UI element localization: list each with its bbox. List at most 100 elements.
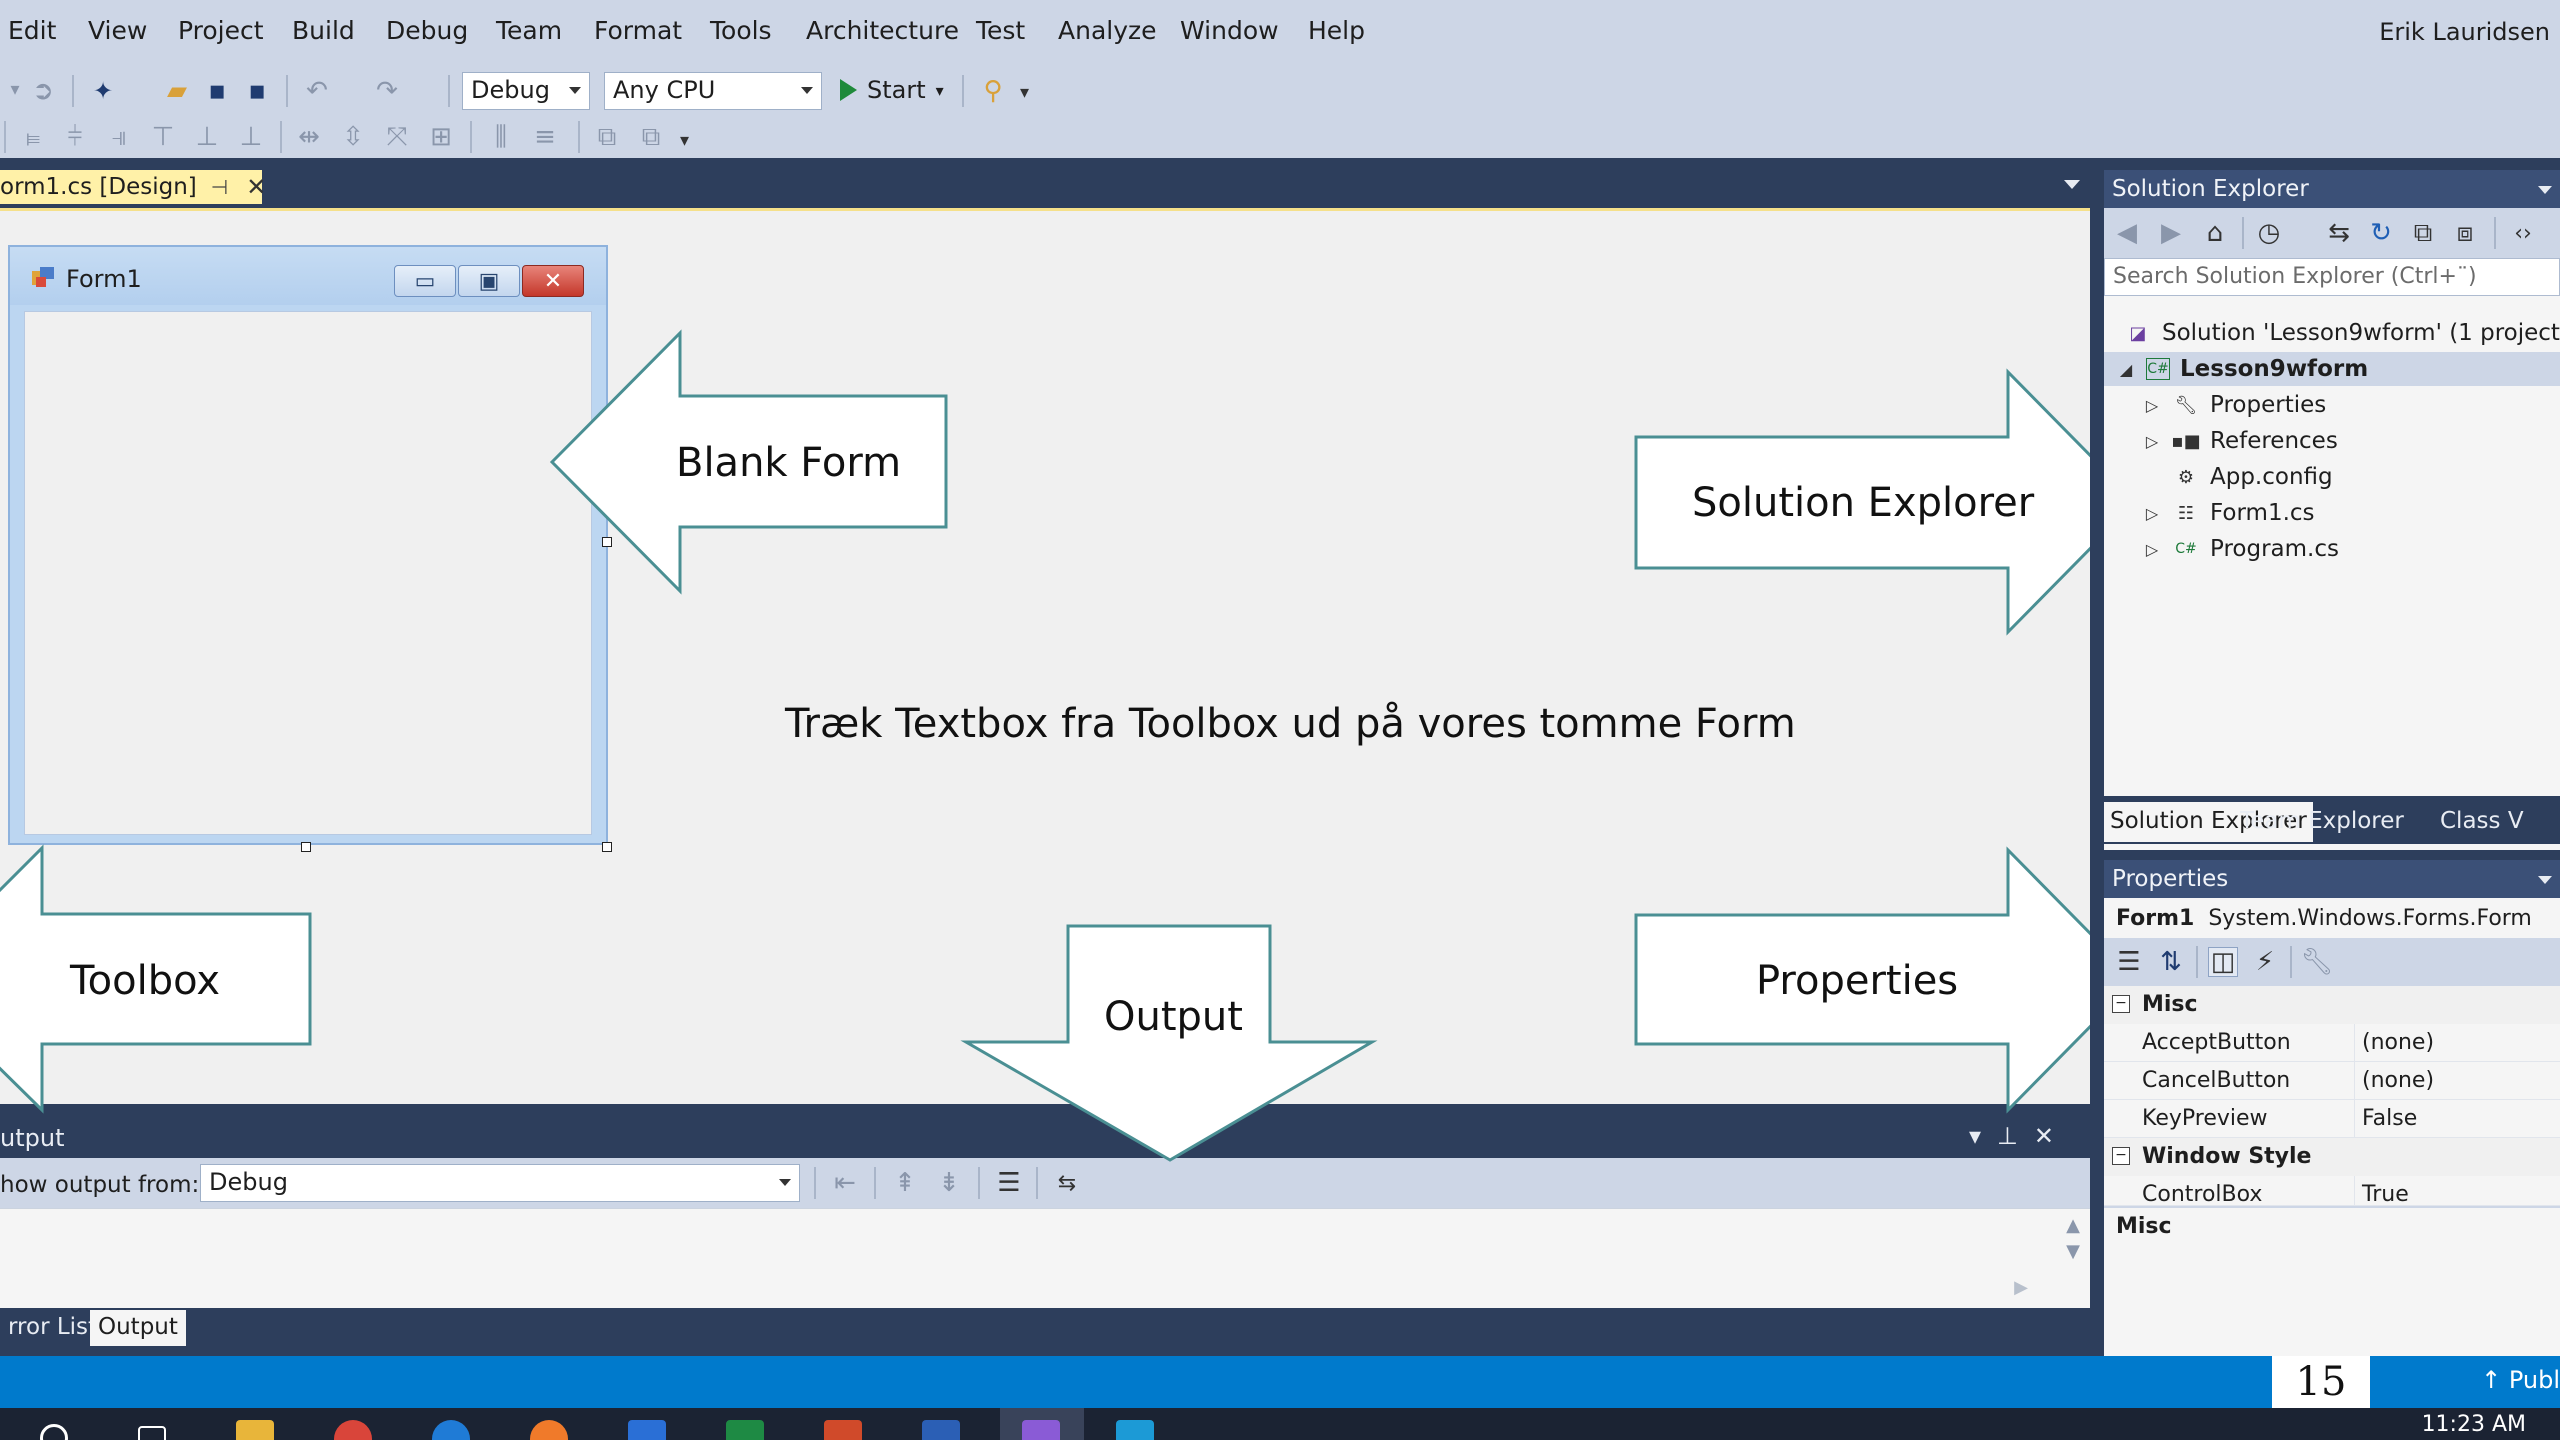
powerpoint-icon[interactable] (824, 1420, 862, 1440)
menu-debug[interactable]: Debug (386, 16, 468, 45)
align-centers-icon[interactable]: ⫩ (60, 122, 90, 152)
collapsed-icon[interactable]: ▷ (2142, 504, 2162, 523)
make-same-size-icon[interactable]: ⤧ (382, 122, 412, 152)
pin-icon[interactable]: ⊣ (211, 175, 228, 199)
vertical-spacing-icon[interactable]: ≡ (530, 122, 560, 152)
tree-item-references[interactable]: ▷ ▪■ References (2104, 424, 2338, 458)
undo-icon[interactable]: ↶ (302, 76, 332, 106)
menu-tools[interactable]: Tools (710, 16, 772, 45)
align-lefts-icon[interactable]: ⫢ (18, 122, 48, 152)
property-value[interactable]: False (2362, 1106, 2417, 1131)
system-clock[interactable]: 11:23 AM (2422, 1412, 2526, 1437)
align-middles-icon[interactable]: ⊥ (192, 122, 222, 152)
property-value[interactable]: (none) (2362, 1030, 2434, 1055)
forward-icon[interactable]: ➲ (28, 76, 58, 106)
output-source-select[interactable]: Debug (200, 1164, 800, 1202)
resize-handle-bottom[interactable] (301, 842, 311, 852)
menu-build[interactable]: Build (292, 16, 355, 45)
send-to-back-icon[interactable]: ⧉ (636, 122, 666, 152)
back-icon[interactable]: ◀ (2112, 218, 2142, 248)
menu-team[interactable]: Team (496, 16, 562, 45)
show-all-files-icon[interactable]: ⧈ (2450, 218, 2480, 248)
pending-changes-filter-icon[interactable]: ◷ (2254, 218, 2284, 248)
maximize-button[interactable]: ▣ (458, 265, 520, 297)
forward-icon[interactable]: ▶ (2156, 218, 2186, 248)
collapse-all-icon[interactable]: ⧉ (2408, 218, 2438, 248)
tree-item-properties[interactable]: ▷ 🔧︎ Properties (2104, 388, 2326, 422)
events-icon[interactable]: ⚡ (2250, 947, 2280, 977)
firefox-icon[interactable] (530, 1420, 568, 1440)
make-same-height-icon[interactable]: ⇳ (338, 122, 368, 152)
close-icon[interactable]: ✕ (2034, 1122, 2070, 1150)
collapsed-icon[interactable]: ▷ (2142, 432, 2162, 451)
skype-icon[interactable] (1116, 1420, 1154, 1440)
tree-item-program[interactable]: ▷ C# Program.cs (2104, 532, 2339, 566)
form-client-area[interactable] (24, 311, 592, 835)
resize-handle-corner[interactable] (602, 842, 612, 852)
category-window-style[interactable]: − Window Style (2104, 1138, 2560, 1176)
cortana-search-icon[interactable] (40, 1424, 68, 1440)
property-row[interactable]: KeyPreview False (2104, 1100, 2560, 1138)
object-selector[interactable]: Form1 System.Windows.Forms.Form (2104, 898, 2560, 938)
menu-help[interactable]: Help (1308, 16, 1365, 45)
clear-all-icon[interactable]: ☰ (994, 1168, 1024, 1198)
edge-icon[interactable] (432, 1420, 470, 1440)
file-explorer-icon[interactable] (236, 1420, 274, 1440)
output-text-area[interactable]: ▲ ▼ ▶ (0, 1208, 2090, 1308)
close-button[interactable]: ✕ (522, 265, 584, 297)
open-file-icon[interactable]: ▰ (162, 76, 192, 106)
align-rights-icon[interactable]: ⫣ (104, 122, 134, 152)
outlook-icon[interactable] (628, 1420, 666, 1440)
menu-project[interactable]: Project (178, 16, 264, 45)
window-position-icon[interactable]: ▾ (1969, 1122, 1997, 1150)
view-code-icon[interactable]: ‹› (2508, 218, 2538, 248)
panel-menu-icon[interactable] (2538, 876, 2552, 884)
menu-format[interactable]: Format (594, 16, 682, 45)
save-icon[interactable]: ▪ (202, 76, 232, 106)
solution-explorer-search-input[interactable]: Search Solution Explorer (Ctrl+¨) (2104, 258, 2560, 296)
refresh-icon[interactable]: ↻ (2366, 218, 2396, 248)
property-value[interactable]: True (2362, 1182, 2409, 1205)
tab-output[interactable]: Output (90, 1310, 186, 1346)
expanded-icon[interactable]: ◢ (2116, 360, 2136, 379)
categorized-icon[interactable]: ☰ (2114, 947, 2144, 977)
panel-menu-icon[interactable] (2538, 186, 2552, 194)
pin-icon[interactable]: ⊥ (1997, 1122, 2034, 1150)
property-pages-icon[interactable]: 🔧︎ (2301, 947, 2334, 977)
tab-list-dropdown-icon[interactable] (2064, 180, 2080, 189)
find-in-files-icon[interactable]: ⚲ (978, 76, 1008, 106)
word-wrap-icon[interactable]: ⇆ (1052, 1168, 1082, 1198)
align-tops-icon[interactable]: ⊤ (148, 122, 178, 152)
collapsed-icon[interactable]: ▷ (2142, 540, 2162, 559)
close-tab-icon[interactable]: ✕ (246, 173, 266, 201)
bring-to-front-icon[interactable]: ⧉ (592, 122, 622, 152)
start-button[interactable]: Start ▾ (840, 70, 944, 110)
menu-architecture[interactable]: Architecture (806, 16, 959, 45)
form1-window[interactable]: Form1 ▭ ▣ ✕ (8, 245, 608, 845)
collapse-icon[interactable]: − (2112, 995, 2130, 1013)
scroll-right-icon[interactable]: ▶ (2014, 1277, 2028, 1298)
align-bottoms-icon[interactable]: ⊥ (236, 122, 266, 152)
chrome-icon[interactable] (334, 1420, 372, 1440)
property-row[interactable]: ControlBox True (2104, 1176, 2560, 1206)
menu-test[interactable]: Test (976, 16, 1025, 45)
back-dropdown-icon[interactable]: ▾ (0, 74, 30, 104)
scroll-down-icon[interactable]: ▼ (2066, 1241, 2080, 1262)
property-row[interactable]: CancelButton (none) (2104, 1062, 2560, 1100)
redo-icon[interactable]: ↷ (372, 76, 402, 106)
scroll-up-icon[interactable]: ▲ (2066, 1215, 2080, 1236)
minimize-button[interactable]: ▭ (394, 265, 456, 297)
menu-window[interactable]: Window (1180, 16, 1279, 45)
next-message-icon[interactable]: ⇟ (934, 1168, 964, 1198)
tab-class-view[interactable]: Class V (2434, 802, 2530, 842)
tree-item-form1[interactable]: ▷ ☷ Form1.cs (2104, 496, 2315, 530)
sync-icon[interactable]: ⇆ (2324, 218, 2354, 248)
new-project-icon[interactable]: ✦ (88, 76, 118, 106)
word-icon[interactable] (922, 1420, 960, 1440)
collapsed-icon[interactable]: ▷ (2142, 396, 2162, 415)
menu-view[interactable]: View (88, 16, 147, 45)
make-same-width-icon[interactable]: ⇹ (294, 122, 324, 152)
horizontal-spacing-icon[interactable]: ⫼ (486, 122, 516, 152)
collapse-icon[interactable]: − (2112, 1147, 2130, 1165)
toolbar-overflow-icon[interactable]: ▾ (1020, 82, 1029, 103)
